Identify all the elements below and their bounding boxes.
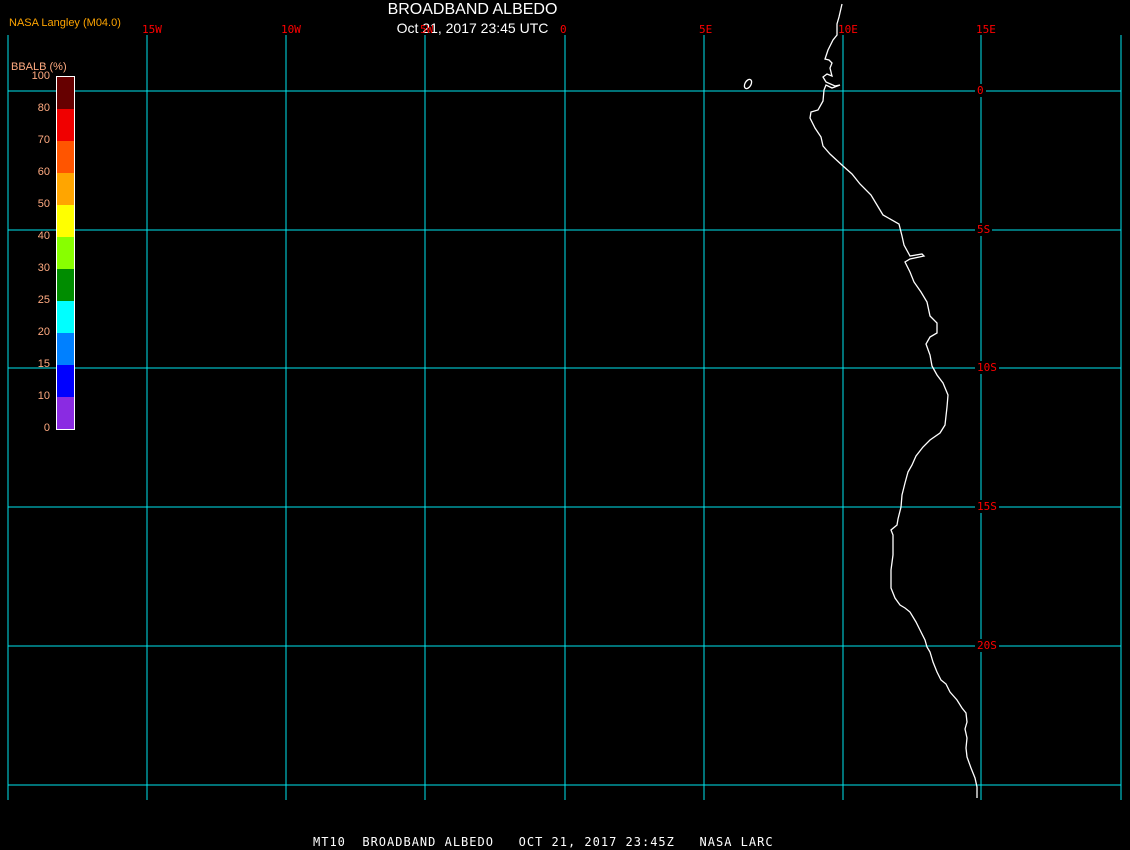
latitude-label: 0 [975, 84, 986, 97]
colorbar-label: 10 [37, 390, 50, 402]
colorbar-segment [57, 205, 74, 237]
colorbar-label: 30 [37, 262, 50, 274]
colorbar-segment [57, 237, 74, 269]
colorbar-label: 40 [37, 230, 50, 242]
colorbar-label: 100 [31, 70, 50, 82]
colorbar-label: 50 [37, 198, 50, 210]
longitude-label: 10E [838, 23, 858, 36]
colorbar-segment [57, 77, 74, 109]
latitude-label: 5S [975, 223, 993, 236]
latitude-label: 10S [975, 361, 999, 374]
coastline [809, 3, 978, 798]
map-title: BROADBAND ALBEDO [387, 1, 558, 18]
longitude-label: 15W [142, 23, 162, 36]
colorbar-segment [57, 397, 74, 429]
footer-caption: MT10 BROADBAND ALBEDO OCT 21, 2017 23:45… [313, 835, 774, 849]
longitude-label: 0 [560, 23, 567, 36]
longitude-label: 5W [420, 23, 434, 36]
colorbar-segment [57, 173, 74, 205]
longitude-label: 5E [699, 23, 713, 36]
longitude-label: 15E [976, 23, 996, 36]
colorbar-segment [57, 141, 74, 173]
colorbar-label: 15 [37, 358, 50, 370]
colorbar-segment [57, 109, 74, 141]
colorbar-segment [57, 365, 74, 397]
colorbar-segment [57, 269, 74, 301]
latitude-label: 15S [975, 500, 999, 513]
colorbar-label: 80 [37, 102, 50, 114]
colorbar-label: 0 [43, 422, 50, 434]
colorbar-label: 60 [37, 166, 50, 178]
colorbar-label: 20 [37, 326, 50, 338]
colorbar-segment [57, 301, 74, 333]
map-canvas [7, 3, 1122, 800]
lat-lon-grid [7, 35, 1122, 800]
colorbar-segment [57, 333, 74, 365]
longitude-label: 10W [281, 23, 301, 36]
satellite-map-page: BROADBAND ALBEDO Oct 21, 2017 23:45 UTC … [0, 0, 1130, 850]
colorbar-label: 70 [37, 134, 50, 146]
colorbar-label: 25 [37, 294, 50, 306]
credit-label: NASA Langley (M04.0) [9, 17, 121, 29]
latitude-label: 20S [975, 639, 999, 652]
island [743, 78, 753, 90]
colorbar [56, 76, 75, 430]
